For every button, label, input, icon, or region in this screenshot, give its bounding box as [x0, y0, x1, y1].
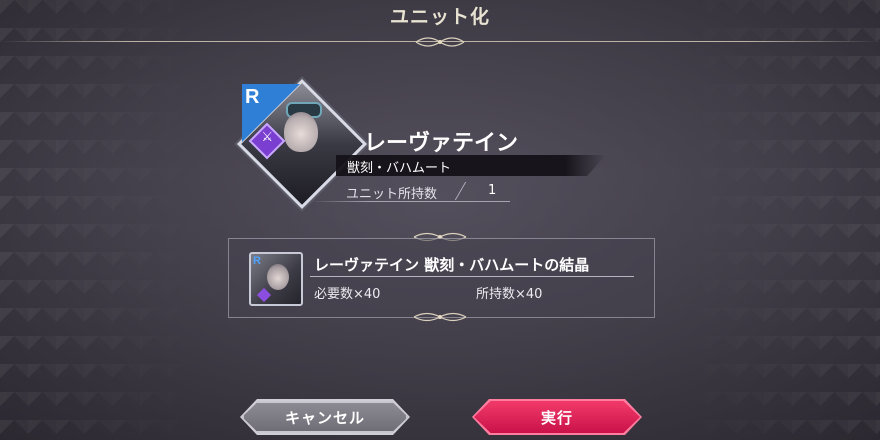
cancel-button[interactable]: キャンセル: [242, 401, 408, 433]
crystal-divider: [310, 276, 634, 277]
triangle-pattern-left: [0, 0, 200, 440]
owned-label: ユニット所持数: [346, 187, 438, 202]
unit-subtitle: 獣刻・バハムート: [347, 161, 452, 176]
unit-name: レーヴァテイン: [364, 131, 519, 156]
triangle-pattern-right: [680, 0, 880, 440]
title-ornament-icon: [415, 37, 465, 47]
panel-bottom-ornament-icon: [413, 312, 467, 322]
required-count: 必要数×40: [314, 287, 381, 302]
dialog-title: ユニット化: [389, 6, 490, 28]
rarity-badge: R: [245, 86, 260, 108]
crystal-name: レーヴァテイン 獣刻・バハムートの結晶: [314, 256, 590, 274]
execute-button[interactable]: 実行: [474, 401, 640, 433]
owned-count-row: ユニット所持数 1: [310, 180, 510, 204]
held-count: 所持数×40: [476, 287, 543, 302]
crystal-icon: R: [249, 252, 303, 306]
owned-value: 1: [488, 183, 497, 198]
crystal-rarity-badge: R: [253, 255, 261, 267]
crystal-weapon-icon: [256, 287, 272, 303]
crystal-portrait: [267, 264, 289, 290]
owned-separator: [454, 182, 467, 200]
